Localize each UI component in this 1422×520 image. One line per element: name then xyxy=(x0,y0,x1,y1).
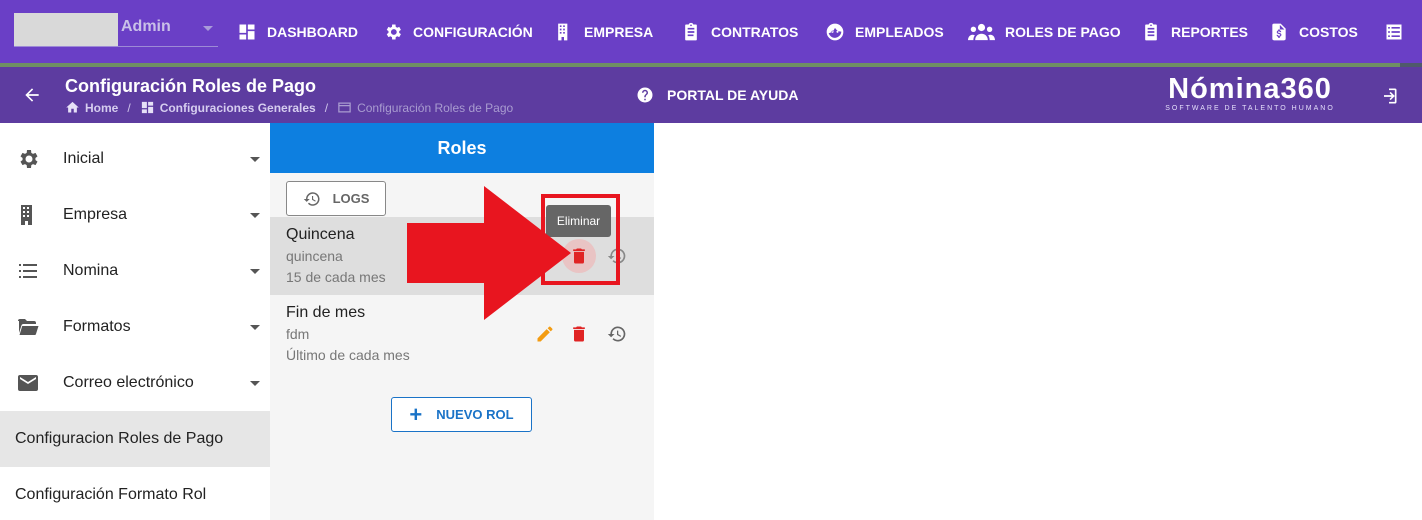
logs-label: LOGS xyxy=(332,191,370,206)
folder-icon xyxy=(18,319,39,336)
chevron-down-icon[interactable] xyxy=(203,26,213,31)
app-logo: Nómina360 SOFTWARE DE TALENTO HUMANO xyxy=(1160,73,1340,112)
new-role-label: NUEVO ROL xyxy=(436,407,514,422)
home-icon xyxy=(66,101,79,113)
nav-configuracion[interactable]: CONFIGURACIÓN xyxy=(383,0,533,63)
help-label: PORTAL DE AYUDA xyxy=(667,87,799,103)
sidebar-item-label: Empresa xyxy=(63,206,128,223)
window-icon xyxy=(338,102,351,113)
nav-reportes[interactable]: REPORTES xyxy=(1141,0,1248,63)
nav-label: DASHBOARD xyxy=(267,23,358,40)
nav-label: COSTOS xyxy=(1299,23,1358,40)
roles-panel-title: Roles xyxy=(270,123,654,173)
user-select-underline xyxy=(14,46,218,47)
face-icon xyxy=(826,23,844,40)
sidebar-item-config-roles[interactable]: Configuracion Roles de Pago xyxy=(0,411,284,467)
dollar-file-icon xyxy=(1272,23,1286,40)
new-role-button[interactable]: + NUEVO ROL xyxy=(391,397,532,432)
chevron-down-icon xyxy=(250,156,260,162)
chevron-down-icon xyxy=(250,380,260,386)
nav-empresa[interactable]: EMPRESA xyxy=(554,0,653,63)
sidebar-item-config-formato-rol[interactable]: Configuración Formato Rol xyxy=(0,467,284,520)
dashboard-icon xyxy=(141,101,153,114)
list-icon xyxy=(19,264,37,278)
help-icon xyxy=(637,87,653,103)
sidebar-item-label: Configuracion Roles de Pago xyxy=(15,430,224,447)
trash-icon[interactable] xyxy=(569,324,589,344)
sidebar-item-nomina[interactable]: Nomina xyxy=(0,243,284,299)
nav-costos[interactable]: COSTOS xyxy=(1269,0,1358,63)
breadcrumb: Home / Configuraciones Generales / Confi… xyxy=(65,100,513,115)
nav-roles-de-pago[interactable]: ROLES DE PAGO xyxy=(968,0,1121,63)
history-icon xyxy=(303,191,320,206)
nav-empleados[interactable]: EMPLEADOS xyxy=(825,0,944,63)
user-name[interactable]: Admin xyxy=(121,18,171,36)
page-title: Configuración Roles de Pago xyxy=(65,76,317,96)
sidebar-item-label: Inicial xyxy=(63,150,104,167)
logo-text: Nómina360 xyxy=(1168,73,1332,105)
chevron-down-icon xyxy=(250,212,260,218)
mail-icon xyxy=(18,375,38,391)
role-description: 15 de cada mes xyxy=(286,269,386,285)
nav-label: CONFIGURACIÓN xyxy=(413,23,533,40)
sidebar-item-label: Correo electrónico xyxy=(63,374,194,391)
avatar[interactable] xyxy=(14,13,118,46)
nav-label: EMPLEADOS xyxy=(855,23,944,40)
sidebar-item-label: Configuración Formato Rol xyxy=(15,486,207,503)
edit-pencil-icon[interactable] xyxy=(535,324,555,344)
help-portal-link[interactable]: PORTAL DE AYUDA xyxy=(636,86,798,104)
nav-label: ROLES DE PAGO xyxy=(1005,23,1121,40)
chevron-down-icon xyxy=(250,324,260,330)
dashboard-icon xyxy=(239,24,255,39)
gear-icon xyxy=(386,24,401,39)
breadcrumb-separator: / xyxy=(127,100,131,115)
nav-more[interactable] xyxy=(1384,0,1414,63)
gear-icon xyxy=(20,150,38,168)
nav-dashboard[interactable]: DASHBOARD xyxy=(237,0,358,63)
breadcrumb-separator: / xyxy=(324,100,329,115)
nav-label: REPORTES xyxy=(1171,23,1249,40)
logo-subtitle: SOFTWARE DE TALENTO HUMANO xyxy=(1165,105,1335,112)
sidebar-item-correo[interactable]: Correo electrónico xyxy=(0,355,284,411)
nav-contratos[interactable]: CONTRATOS xyxy=(681,0,798,63)
back-arrow-icon[interactable] xyxy=(22,85,42,105)
logout-icon[interactable] xyxy=(1379,86,1399,106)
role-description: Último de cada mes xyxy=(286,347,410,363)
clipboard-icon xyxy=(685,22,697,40)
logs-button[interactable]: LOGS xyxy=(286,181,386,216)
sidebar-item-inicial[interactable]: Inicial xyxy=(0,131,284,187)
chevron-down-icon xyxy=(250,268,260,274)
sidebar-item-formatos[interactable]: Formatos xyxy=(0,299,284,355)
building-icon xyxy=(21,205,32,225)
role-code: fdm xyxy=(286,326,310,342)
sidebar-item-label: Formatos xyxy=(63,318,131,335)
breadcrumb-current: Configuración Roles de Pago xyxy=(357,100,514,115)
role-name: Quincena xyxy=(286,226,355,243)
role-code: quincena xyxy=(286,248,343,264)
role-name: Fin de mes xyxy=(286,304,366,321)
breadcrumb-configuraciones[interactable]: Configuraciones Generales xyxy=(160,101,316,115)
history-icon[interactable] xyxy=(607,324,627,344)
sidebar-item-empresa[interactable]: Empresa xyxy=(0,187,284,243)
nav-label: CONTRATOS xyxy=(711,23,799,40)
sidebar-item-label: Nomina xyxy=(63,262,119,279)
annotation-highlight-box xyxy=(541,194,620,285)
group-icon xyxy=(968,23,995,40)
report-icon xyxy=(1145,22,1157,40)
breadcrumb-home[interactable]: Home xyxy=(85,101,118,115)
plus-icon: + xyxy=(409,401,423,427)
nav-label: EMPRESA xyxy=(584,23,654,40)
list-icon xyxy=(1386,24,1402,39)
building-icon xyxy=(558,23,568,40)
